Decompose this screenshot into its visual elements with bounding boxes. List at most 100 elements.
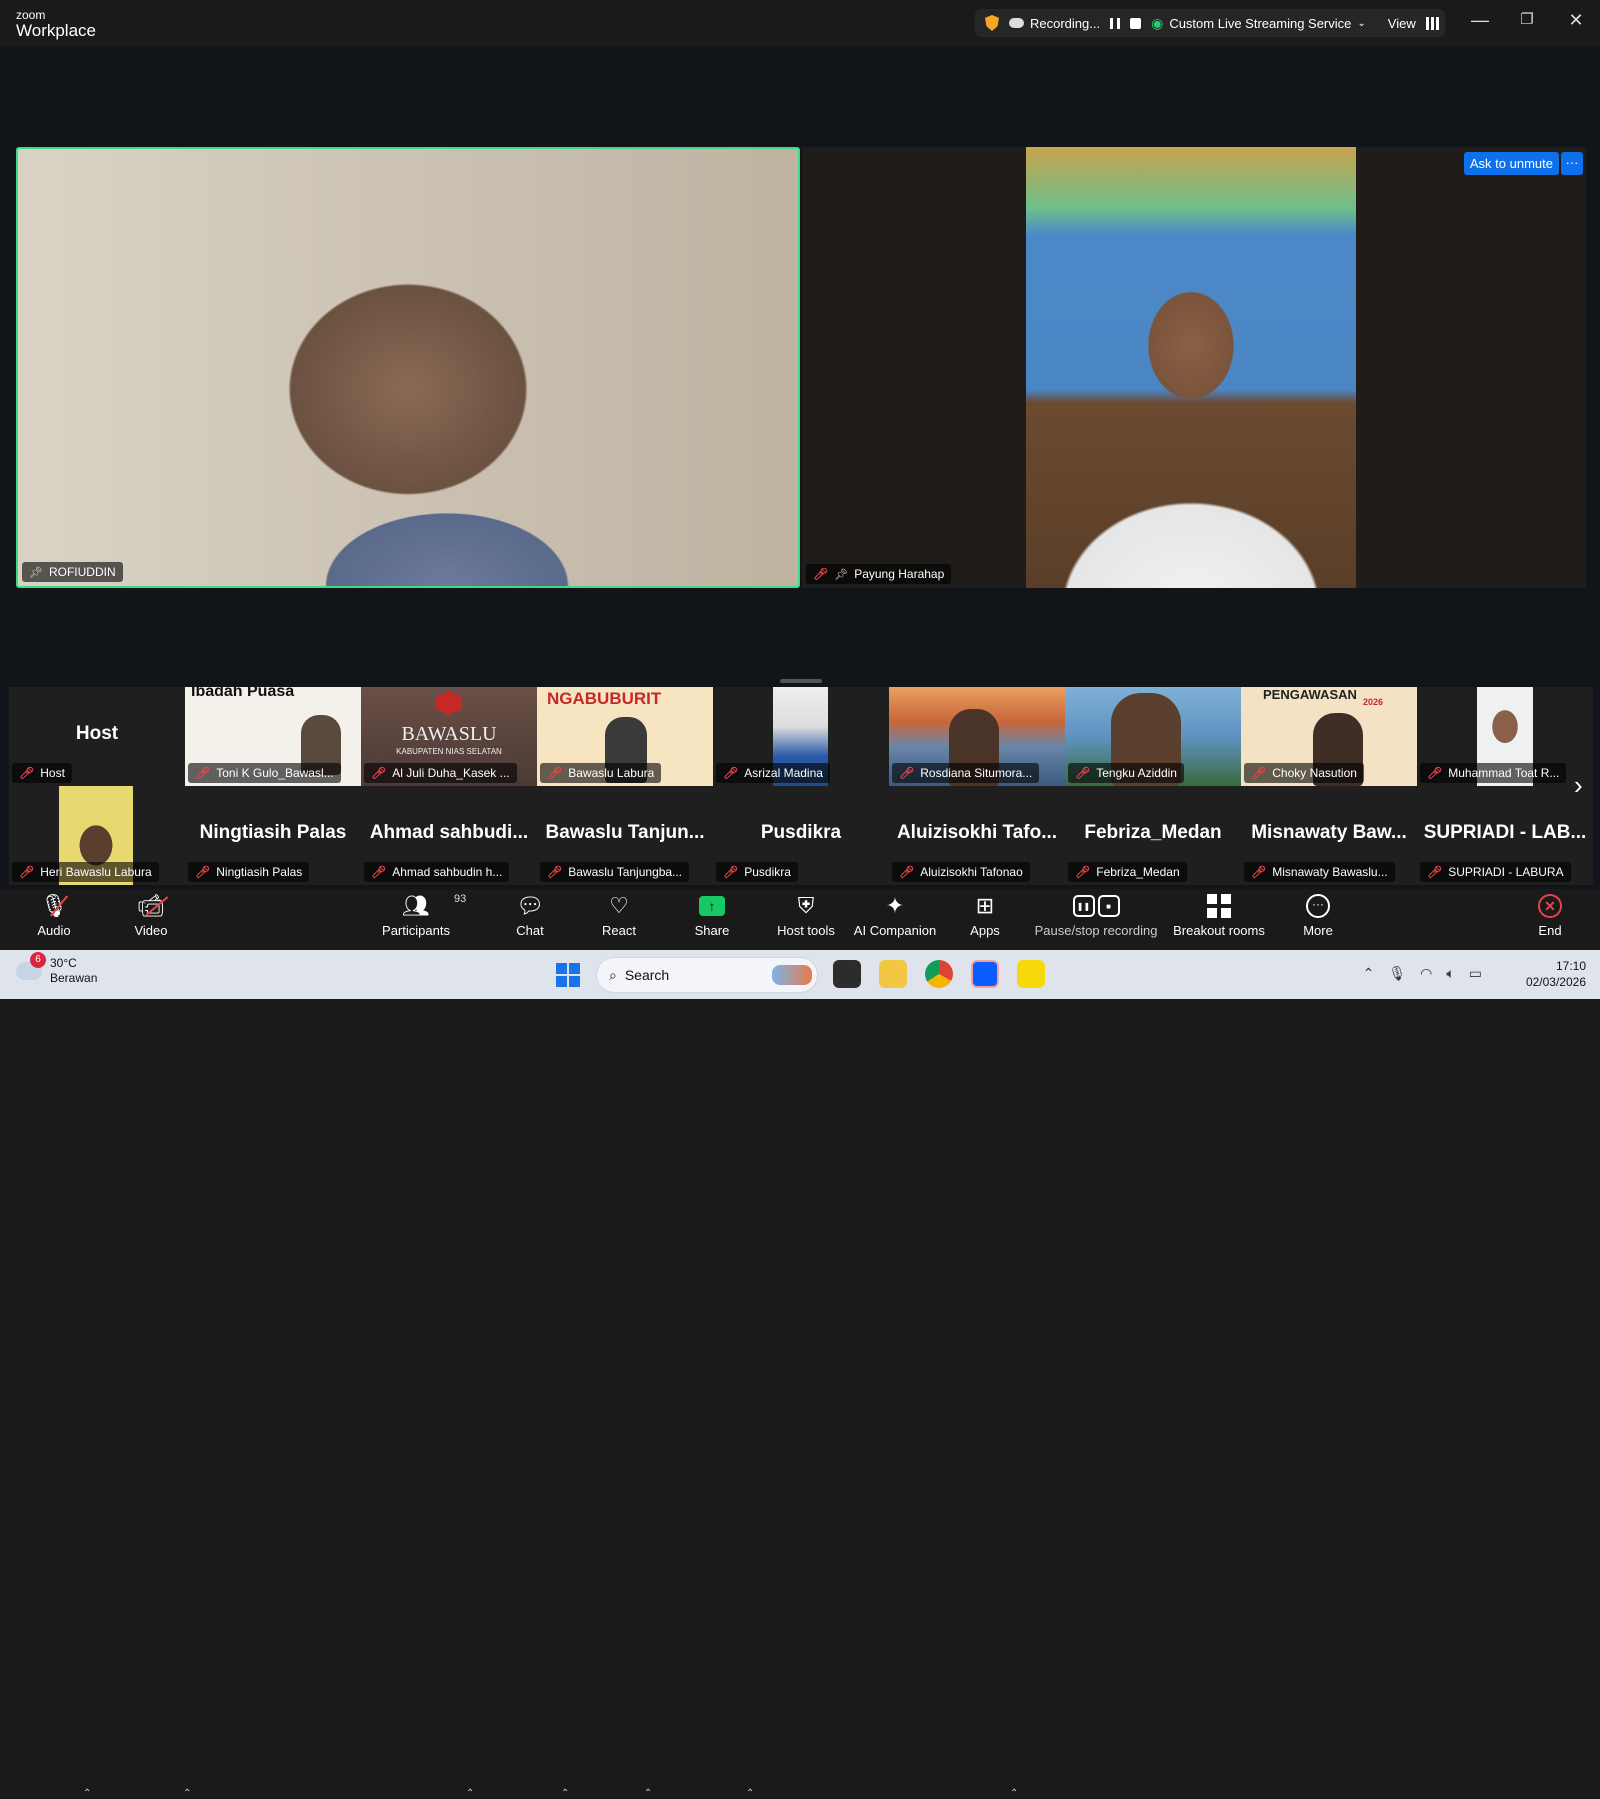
video-options-chevron-icon[interactable]: ⌃ bbox=[183, 1788, 191, 1799]
video-label: Video bbox=[134, 923, 168, 938]
gallery-tile[interactable]: Ningtiasih Palas 🎤︎ Ningtiasih Palas bbox=[185, 786, 361, 885]
apps-button[interactable]: ⊞ Apps bbox=[965, 889, 1005, 950]
breakout-label: Breakout rooms bbox=[1173, 923, 1265, 938]
volume-icon[interactable]: 🔈︎ bbox=[1446, 965, 1454, 982]
task-view-icon[interactable] bbox=[833, 960, 861, 988]
chevron-down-icon[interactable]: ⌄ bbox=[1357, 18, 1365, 29]
participant-name: Ahmad sahbudin h... bbox=[392, 865, 503, 879]
participant-name: Ningtiasih Palas bbox=[216, 865, 303, 879]
participant-name: Pusdikra bbox=[744, 865, 791, 879]
video-name-tag: 🎤︎ Misnawaty Bawaslu... bbox=[1244, 862, 1395, 882]
pause-stop-recording-button[interactable]: ❚❚ ■ Pause/stop recording bbox=[1035, 889, 1157, 950]
more-button[interactable]: ··· More bbox=[1298, 889, 1338, 950]
chat-button[interactable]: 💬︎ Chat bbox=[510, 889, 550, 950]
gallery-tile[interactable]: Bawaslu Tanjun... 🎤︎ Bawaslu Tanjungba... bbox=[537, 786, 713, 885]
participants-button[interactable]: 👥︎ 93 Participants bbox=[381, 889, 466, 950]
participant-name: Muhammad Toat R... bbox=[1448, 766, 1560, 780]
search-highlight-icon bbox=[772, 965, 812, 985]
ai-companion-button[interactable]: ✦ AI Companion bbox=[852, 889, 938, 950]
gallery-tile[interactable]: 🎤︎ Heri Bawaslu Labura bbox=[9, 786, 185, 885]
host-tools-button[interactable]: ⛨ Host tools bbox=[771, 889, 841, 950]
mic-muted-icon: 🎙︎ bbox=[40, 893, 69, 918]
muted-mic-icon: 🎤︎ bbox=[723, 865, 739, 879]
gallery-tile[interactable]: SUPRIADI - LAB... 🎤︎ SUPRIADI - LABURA bbox=[1417, 786, 1593, 885]
share-options-chevron-icon[interactable]: ⌃ bbox=[746, 1788, 754, 1799]
restore-icon[interactable]: ❐ bbox=[1512, 10, 1542, 28]
chat-options-chevron-icon[interactable]: ⌃ bbox=[561, 1788, 569, 1799]
gallery-tile[interactable]: 🎤︎ Asrizal Madina bbox=[713, 687, 889, 786]
gallery-tile[interactable]: Aluizisokhi Tafo... 🎤︎ Aluizisokhi Tafona… bbox=[889, 786, 1065, 885]
video-name-tag: 🎤︎ Febriza_Medan bbox=[1068, 862, 1187, 882]
view-button[interactable]: View bbox=[1388, 16, 1416, 31]
breakout-rooms-button[interactable]: Breakout rooms bbox=[1172, 889, 1266, 950]
gallery-tile[interactable]: Pusdikra 🎤︎ Pusdikra bbox=[713, 786, 889, 885]
file-explorer-icon[interactable] bbox=[879, 960, 907, 988]
gallery-tile[interactable]: NGABUBURIT 🎤︎ Bawaslu Labura bbox=[537, 687, 713, 786]
grid-view-icon[interactable] bbox=[1425, 16, 1439, 30]
gallery-tile[interactable]: Ibadah Puasa 🎤︎ Toni K Gulo_Bawasl... bbox=[185, 687, 361, 786]
muted-mic-icon: 🎤︎ bbox=[1075, 766, 1091, 780]
taskbar-search-input[interactable]: ⌕ Search bbox=[596, 957, 818, 993]
participant-name: Bawaslu Tanjungba... bbox=[568, 865, 683, 879]
thumb-sub-text: KABUPATEN NIAS SELATAN bbox=[396, 747, 502, 756]
more-label: More bbox=[1303, 923, 1333, 938]
participants-options-chevron-icon[interactable]: ⌃ bbox=[466, 1788, 474, 1799]
wifi-icon[interactable]: ◠ bbox=[1420, 965, 1432, 982]
thumb-year-text: 2026 bbox=[1362, 697, 1383, 707]
video-options-button[interactable]: ··· bbox=[1561, 152, 1583, 175]
audio-options-chevron-icon[interactable]: ⌃ bbox=[83, 1788, 91, 1799]
muted-mic-icon: 🎤︎ bbox=[1427, 766, 1443, 780]
muted-mic-icon: 🎤︎ bbox=[195, 865, 211, 879]
video-name-tag: 🎤︎ Ahmad sahbudin h... bbox=[364, 862, 510, 882]
audio-button[interactable]: 🎙︎ Audio bbox=[34, 889, 74, 950]
gallery-tile[interactable]: 🎤︎ Muhammad Toat R... bbox=[1417, 687, 1593, 786]
gallery-tile[interactable]: 🎤︎ Tengku Aziddin bbox=[1065, 687, 1241, 786]
windows-start-icon[interactable] bbox=[556, 963, 580, 987]
gallery-tile[interactable]: 🎤︎ Rosdiana Situmora... bbox=[889, 687, 1065, 786]
apps-options-chevron-icon[interactable]: ⌃ bbox=[1010, 1788, 1018, 1799]
muted-mic-icon: 🎤︎ bbox=[19, 865, 35, 879]
muted-mic-icon: 🎤︎ bbox=[1251, 766, 1267, 780]
gallery-tile[interactable]: Host 🎤︎ Host bbox=[9, 687, 185, 786]
zoom-app-icon[interactable] bbox=[971, 960, 999, 988]
end-meeting-button[interactable]: ✕ End bbox=[1530, 889, 1570, 950]
ask-to-unmute-button[interactable]: Ask to unmute bbox=[1463, 152, 1559, 175]
chrome-icon[interactable] bbox=[925, 960, 953, 988]
participant-video[interactable]: 🎤︎ 📌︎ Payung Harahap bbox=[802, 147, 1586, 588]
video-button[interactable]: 📹︎ Video bbox=[131, 889, 171, 950]
mic-tray-icon[interactable]: 🎙︎ bbox=[1388, 965, 1406, 982]
muted-mic-icon: 🎤︎ bbox=[813, 567, 829, 581]
end-x-icon: ✕ bbox=[1538, 894, 1562, 918]
react-button[interactable]: ♡ React bbox=[599, 889, 639, 950]
stop-recording-icon[interactable] bbox=[1130, 17, 1142, 29]
gallery-tile[interactable]: PENGAWASAN 2026 🎤︎ Choky Nasution bbox=[1241, 687, 1417, 786]
muted-mic-icon: 🎤︎ bbox=[371, 865, 387, 879]
thumb-banner-text: Ibadah Puasa bbox=[191, 687, 295, 700]
participant-display-name: Febriza_Medan bbox=[1084, 822, 1222, 843]
gallery-tile[interactable]: Febriza_Medan 🎤︎ Febriza_Medan bbox=[1065, 786, 1241, 885]
active-speaker-video[interactable]: 📌︎ ROFIUDDIN bbox=[16, 147, 800, 588]
thumb-logo-text: BAWASLU bbox=[401, 723, 497, 745]
taskbar-app-icon[interactable] bbox=[1017, 960, 1045, 988]
close-icon[interactable]: ✕ bbox=[1561, 10, 1591, 31]
apps-label: Apps bbox=[970, 923, 1000, 938]
recording-controls-icon-wrap: ❚❚ ■ bbox=[1072, 889, 1120, 923]
minimize-icon[interactable]: — bbox=[1465, 10, 1495, 31]
stream-service-dropdown[interactable]: Custom Live Streaming Service bbox=[1169, 16, 1351, 31]
participant-name: Bawaslu Labura bbox=[568, 766, 655, 780]
battery-icon[interactable]: ▭ bbox=[1469, 965, 1482, 982]
taskbar-clock[interactable]: 17:10 02/03/2026 bbox=[1526, 958, 1586, 990]
gallery-tile[interactable]: Ahmad sahbudi... 🎤︎ Ahmad sahbudin h... bbox=[361, 786, 537, 885]
gallery-tile[interactable]: BAWASLU KABUPATEN NIAS SELATAN 🎤︎ Al Juli… bbox=[361, 687, 537, 786]
muted-mic-icon: 🎤︎ bbox=[195, 766, 211, 780]
react-options-chevron-icon[interactable]: ⌃ bbox=[644, 1788, 652, 1799]
pause-recording-icon[interactable] bbox=[1110, 17, 1121, 29]
share-button[interactable]: ↑ Share bbox=[692, 889, 732, 950]
gallery-next-page-icon[interactable]: › bbox=[1574, 770, 1583, 801]
security-shield-icon[interactable] bbox=[985, 15, 999, 31]
chevron-up-icon[interactable]: ⌃ bbox=[1363, 965, 1375, 982]
weather-widget[interactable]: 6 30°C Berawan bbox=[16, 952, 97, 986]
gallery-tile[interactable]: Misnawaty Baw... 🎤︎ Misnawaty Bawaslu... bbox=[1241, 786, 1417, 885]
gallery-resize-handle[interactable] bbox=[780, 679, 822, 683]
shield-icon: ⛨ bbox=[797, 893, 815, 918]
